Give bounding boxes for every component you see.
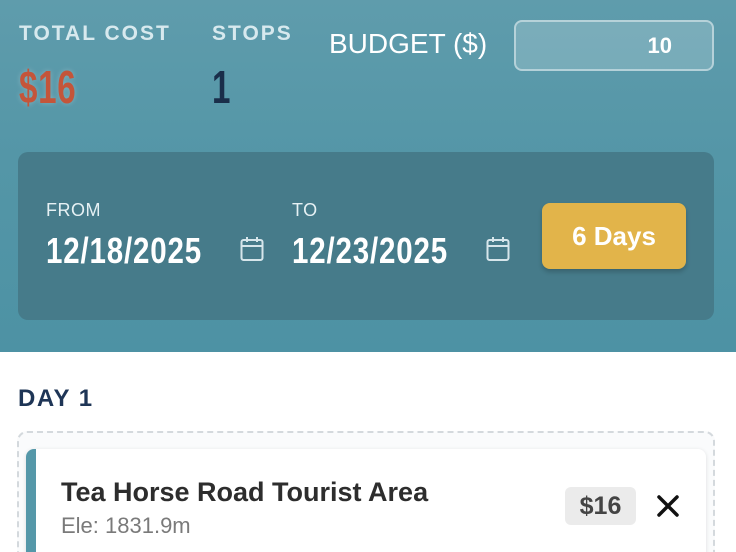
total-cost-value: $16	[19, 61, 77, 113]
stop-card[interactable]: Tea Horse Road Tourist Area Ele: 1831.9m…	[26, 449, 706, 552]
day-title: DAY 1	[18, 385, 94, 412]
calendar-icon[interactable]	[240, 236, 264, 262]
stops-count: 1	[212, 61, 232, 113]
stop-elevation: Ele: 1831.9m	[61, 513, 191, 538]
close-icon[interactable]	[652, 487, 684, 525]
to-date-input[interactable]: 12/23/2025	[292, 230, 448, 272]
stop-price-badge: $16	[565, 487, 636, 525]
total-cost-label: TOTAL COST	[19, 22, 171, 45]
from-date-label: FROM	[46, 200, 101, 220]
stop-name: Tea Horse Road Tourist Area	[61, 477, 429, 507]
from-date-input[interactable]: 12/18/2025	[46, 230, 202, 272]
date-range-panel: FROM 12/18/2025 TO 12/23/2025 6 Days	[18, 152, 714, 320]
calendar-icon[interactable]	[486, 236, 510, 262]
stops-label: STOPS	[212, 22, 293, 45]
trip-days-button[interactable]: 6 Days	[542, 203, 686, 269]
budget-input[interactable]: 10	[514, 20, 714, 71]
trip-summary-header: TOTAL COST $16 STOPS 1 BUDGET ($) 10 FRO…	[0, 0, 736, 352]
to-date-label: TO	[292, 200, 318, 220]
budget-label: BUDGET ($)	[329, 28, 488, 59]
